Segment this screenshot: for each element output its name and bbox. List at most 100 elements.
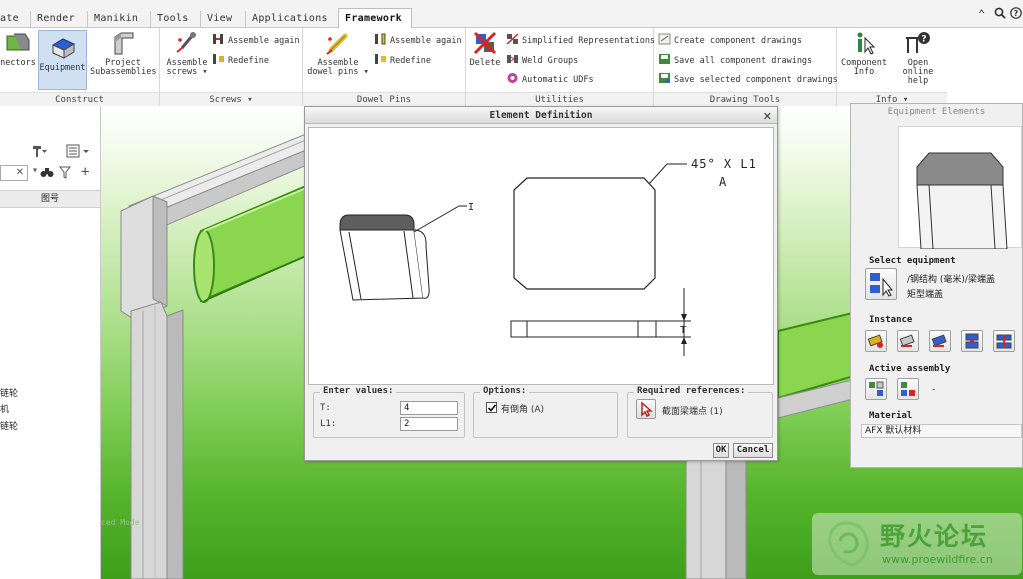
instance-button-4[interactable] [961, 330, 983, 352]
profile-frame-icon [114, 32, 134, 55]
dowel-redefine-button[interactable]: Redefine [374, 53, 431, 67]
assemble-screws-label-2: screws ▾ [166, 67, 208, 77]
simplified-rep-label: Simplified Representations [522, 36, 656, 46]
select-equipment-heading: Select equipment [869, 256, 956, 266]
weld-groups-label: Weld Groups [522, 56, 579, 66]
t-label: T: [320, 403, 331, 413]
ok-button[interactable]: OK [713, 443, 729, 458]
watermark-url: www.proewildfire.cn [882, 553, 993, 566]
chamfer-option-label: 有倒角 (A) [501, 405, 545, 415]
project-subassemblies-button[interactable]: Project Subassemblies [90, 30, 157, 77]
instance-icon-1 [867, 334, 883, 348]
tab-render[interactable]: Render [30, 11, 81, 28]
tree-item[interactable]: 机 [0, 402, 9, 415]
tree-item[interactable]: 链轮 [0, 386, 18, 399]
watermark-logo [828, 521, 869, 567]
dowel-redefine-label: Redefine [390, 56, 431, 66]
binoculars-icon[interactable] [40, 166, 54, 182]
t-value-field[interactable]: 4 [400, 401, 458, 415]
tree-settings-icon[interactable] [32, 144, 48, 161]
options-group: Options: 有倒角 (A) [473, 386, 618, 438]
clear-search-icon[interactable]: ✕ [16, 167, 24, 178]
delete-label: Delete [469, 58, 501, 68]
delete-button[interactable]: Delete [469, 30, 501, 68]
chamfer-checkbox[interactable] [486, 402, 497, 413]
dowel-assemble-again-button[interactable]: Assemble again [374, 33, 462, 47]
l1-label: L1: [320, 419, 337, 429]
equipment-elements-panel: Equipment Elements Select equipment /钢结构… [850, 103, 1023, 468]
equipment-label: Equipment [39, 63, 86, 73]
column-header[interactable]: 图号 [0, 190, 100, 208]
cancel-button[interactable]: Cancel [733, 443, 773, 458]
equipment-button[interactable]: Equipment [38, 30, 87, 90]
tab-tools[interactable]: Tools [150, 11, 195, 28]
filter-icon[interactable] [58, 166, 72, 182]
simplified-representations-button[interactable]: Simplified Representations [506, 33, 655, 47]
instance-button-3[interactable] [929, 330, 951, 352]
minimize-ribbon-icon[interactable]: ⌃ [978, 7, 985, 21]
group-utilities-label: Utilities [466, 92, 653, 106]
tab-view[interactable]: View [200, 11, 238, 28]
show-menu-icon[interactable] [66, 144, 90, 161]
component-info-icon [857, 32, 876, 55]
tab-framework[interactable]: Framework [338, 8, 412, 29]
reference-select-button[interactable] [636, 399, 656, 419]
open-online-help-button[interactable]: ? Open online help [891, 30, 945, 86]
group-dowel-label: Dowel Pins [303, 92, 465, 106]
automatic-udfs-button[interactable]: Automatic UDFs [506, 72, 594, 86]
equipment-path: /钢结构 (毫米)/梁端盖 [907, 275, 995, 285]
instance-button-1[interactable] [865, 330, 887, 352]
instance-heading: Instance [869, 315, 913, 325]
l1-value-field[interactable]: 2 [400, 417, 458, 431]
select-equipment-button[interactable] [865, 268, 897, 300]
tree-item[interactable]: 链轮 [0, 419, 18, 432]
close-icon[interactable]: ✕ [763, 108, 772, 125]
simplified-rep-icon [506, 33, 519, 45]
save-all-drawings-button[interactable]: Save all component drawings [658, 53, 812, 67]
end-cap-3d-view [339, 214, 430, 301]
assemble-screws-button[interactable]: Assemble screws ▾ [164, 30, 210, 77]
create-component-drawings-button[interactable]: Create component drawings [658, 33, 802, 47]
instance-icon-4 [965, 333, 979, 349]
screws-redefine-button[interactable]: Redefine [212, 53, 269, 67]
material-select[interactable]: AFX 默认材料 [861, 424, 1022, 438]
tab-applications[interactable]: Applications [245, 11, 334, 28]
dialog-title-bar[interactable]: Element Definition ✕ [305, 107, 777, 124]
save-selected-icon [659, 73, 670, 83]
search-icon[interactable] [994, 7, 1006, 22]
screws-assemble-again-label: Assemble again [228, 36, 300, 46]
screws-assemble-again-button[interactable]: Assemble again [212, 33, 300, 47]
active-assembly-button-2[interactable] [897, 378, 919, 400]
group-screws-label[interactable]: Screws ▾ [160, 92, 302, 106]
component-info-button[interactable]: Component Info [839, 30, 889, 77]
connectors-button[interactable]: nectors [0, 30, 36, 68]
definition-drawing: I 45° X L1 A T [308, 127, 774, 385]
chamfer-callout-leader [648, 163, 668, 185]
group-info: Component Info ? Open online help Info ▾ [837, 28, 947, 106]
tab-create[interactable]: ate [0, 11, 25, 28]
screws-redefine-label: Redefine [228, 56, 269, 66]
assemble-dowel-label-2: dowel pins ▾ [307, 67, 369, 77]
active-assembly-button-1[interactable] [865, 378, 887, 400]
save-selected-drawings-button[interactable]: Save selected component drawings [658, 72, 838, 86]
tree-search-input[interactable]: ✕ [0, 165, 28, 181]
tab-manikin[interactable]: Manikin [87, 11, 144, 28]
required-references-group: Required references: 截面梁端点 (1) [627, 386, 773, 438]
equipment-name: 矩型端盖 [907, 290, 944, 300]
weld-groups-button[interactable]: Weld Groups [506, 53, 578, 67]
assemble-dowel-pins-button[interactable]: Assemble dowel pins ▾ [307, 30, 369, 77]
help-icon[interactable]: ? [1010, 7, 1022, 22]
create-drawings-label: Create component drawings [674, 36, 802, 46]
instance-button-5[interactable] [993, 330, 1015, 352]
dowel-redefine-icon [375, 54, 386, 64]
group-construct: nectors Equipment Project Subassemblies … [0, 28, 160, 106]
instance-button-2[interactable] [897, 330, 919, 352]
online-help-label-1: Open online [902, 58, 934, 77]
create-drawing-icon [658, 33, 671, 45]
enter-values-legend: Enter values: [320, 386, 397, 396]
weld-groups-icon [507, 55, 518, 63]
add-column-icon[interactable]: + [81, 164, 89, 180]
connectors-icon [6, 33, 30, 51]
dropdown-icon[interactable]: ▾ [32, 165, 38, 176]
dowel-assemble-again-icon [375, 33, 386, 45]
